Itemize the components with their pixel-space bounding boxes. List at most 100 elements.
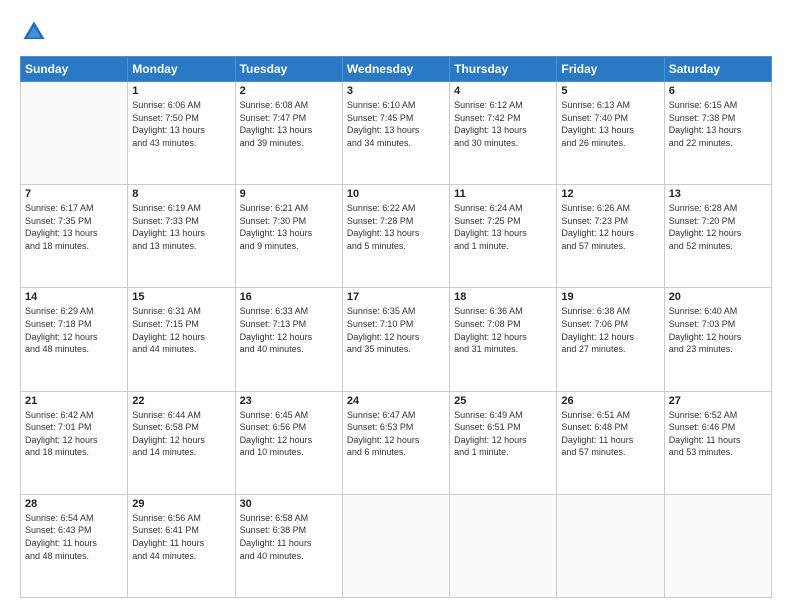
calendar-cell <box>664 494 771 597</box>
day-info: Sunrise: 6:51 AM Sunset: 6:48 PM Dayligh… <box>561 409 659 459</box>
day-number: 25 <box>454 395 552 407</box>
week-row-3: 14Sunrise: 6:29 AM Sunset: 7:18 PM Dayli… <box>21 288 772 391</box>
day-info: Sunrise: 6:56 AM Sunset: 6:41 PM Dayligh… <box>132 512 230 562</box>
day-info: Sunrise: 6:28 AM Sunset: 7:20 PM Dayligh… <box>669 202 767 252</box>
day-number: 11 <box>454 188 552 200</box>
day-info: Sunrise: 6:22 AM Sunset: 7:28 PM Dayligh… <box>347 202 445 252</box>
calendar-cell: 4Sunrise: 6:12 AM Sunset: 7:42 PM Daylig… <box>450 82 557 185</box>
calendar-cell: 10 Sunrise: 6:22 AM Sunset: 7:28 PM Dayli… <box>342 185 449 288</box>
page: SundayMondayTuesdayWednesdayThursdayFrid… <box>0 0 792 612</box>
day-info: Sunrise: 6:36 AM Sunset: 7:08 PM Dayligh… <box>454 305 552 355</box>
calendar-cell: 8 Sunrise: 6:19 AM Sunset: 7:33 PM Daylig… <box>128 185 235 288</box>
calendar-cell: 29 Sunrise: 6:56 AM Sunset: 6:41 PM Dayli… <box>128 494 235 597</box>
day-number: 15 <box>132 291 230 303</box>
day-info: Sunrise: 6:13 AM Sunset: 7:40 PM Dayligh… <box>561 99 659 149</box>
day-info: Sunrise: 6:52 AM Sunset: 6:46 PM Dayligh… <box>669 409 767 459</box>
calendar-cell: 2 Sunrise: 6:08 AM Sunset: 7:47 PM Daylig… <box>235 82 342 185</box>
day-info: Sunrise: 6:19 AM Sunset: 7:33 PM Dayligh… <box>132 202 230 252</box>
day-number: 26 <box>561 395 659 407</box>
calendar-cell: 20Sunrise: 6:40 AM Sunset: 7:03 PM Dayli… <box>664 288 771 391</box>
day-info: Sunrise: 6:26 AM Sunset: 7:23 PM Dayligh… <box>561 202 659 252</box>
calendar-cell: 23 Sunrise: 6:45 AM Sunset: 6:56 PM Dayli… <box>235 391 342 494</box>
calendar-cell: 24 Sunrise: 6:47 AM Sunset: 6:53 PM Dayli… <box>342 391 449 494</box>
day-number: 17 <box>347 291 445 303</box>
day-info: Sunrise: 6:33 AM Sunset: 7:13 PM Dayligh… <box>240 305 338 355</box>
calendar-cell <box>557 494 664 597</box>
day-info: Sunrise: 6:47 AM Sunset: 6:53 PM Dayligh… <box>347 409 445 459</box>
day-number: 19 <box>561 291 659 303</box>
day-number: 24 <box>347 395 445 407</box>
day-info: Sunrise: 6:21 AM Sunset: 7:30 PM Dayligh… <box>240 202 338 252</box>
day-info: Sunrise: 6:24 AM Sunset: 7:25 PM Dayligh… <box>454 202 552 252</box>
day-info: Sunrise: 6:38 AM Sunset: 7:06 PM Dayligh… <box>561 305 659 355</box>
day-number: 16 <box>240 291 338 303</box>
day-info: Sunrise: 6:49 AM Sunset: 6:51 PM Dayligh… <box>454 409 552 459</box>
day-number: 12 <box>561 188 659 200</box>
calendar-cell: 16 Sunrise: 6:33 AM Sunset: 7:13 PM Dayli… <box>235 288 342 391</box>
day-info: Sunrise: 6:29 AM Sunset: 7:18 PM Dayligh… <box>25 305 123 355</box>
logo <box>20 18 52 46</box>
week-row-4: 21 Sunrise: 6:42 AM Sunset: 7:01 PM Dayli… <box>21 391 772 494</box>
week-row-2: 7 Sunrise: 6:17 AM Sunset: 7:35 PM Daylig… <box>21 185 772 288</box>
calendar-cell: 22 Sunrise: 6:44 AM Sunset: 6:58 PM Dayli… <box>128 391 235 494</box>
weekday-header-row: SundayMondayTuesdayWednesdayThursdayFrid… <box>21 57 772 82</box>
day-info: Sunrise: 6:10 AM Sunset: 7:45 PM Dayligh… <box>347 99 445 149</box>
day-info: Sunrise: 6:06 AM Sunset: 7:50 PM Dayligh… <box>132 99 230 149</box>
day-number: 13 <box>669 188 767 200</box>
header <box>20 18 772 46</box>
day-info: Sunrise: 6:15 AM Sunset: 7:38 PM Dayligh… <box>669 99 767 149</box>
day-info: Sunrise: 6:42 AM Sunset: 7:01 PM Dayligh… <box>25 409 123 459</box>
day-number: 20 <box>669 291 767 303</box>
day-number: 29 <box>132 498 230 510</box>
calendar-cell: 19 Sunrise: 6:38 AM Sunset: 7:06 PM Dayli… <box>557 288 664 391</box>
day-number: 6 <box>669 85 767 97</box>
day-number: 5 <box>561 85 659 97</box>
weekday-header-wednesday: Wednesday <box>342 57 449 82</box>
calendar-cell: 28Sunrise: 6:54 AM Sunset: 6:43 PM Dayli… <box>21 494 128 597</box>
day-info: Sunrise: 6:44 AM Sunset: 6:58 PM Dayligh… <box>132 409 230 459</box>
calendar-cell: 14Sunrise: 6:29 AM Sunset: 7:18 PM Dayli… <box>21 288 128 391</box>
day-number: 7 <box>25 188 123 200</box>
day-number: 3 <box>347 85 445 97</box>
day-info: Sunrise: 6:54 AM Sunset: 6:43 PM Dayligh… <box>25 512 123 562</box>
day-number: 9 <box>240 188 338 200</box>
week-row-5: 28Sunrise: 6:54 AM Sunset: 6:43 PM Dayli… <box>21 494 772 597</box>
day-number: 30 <box>240 498 338 510</box>
calendar-cell: 17Sunrise: 6:35 AM Sunset: 7:10 PM Dayli… <box>342 288 449 391</box>
calendar-cell: 18 Sunrise: 6:36 AM Sunset: 7:08 PM Dayli… <box>450 288 557 391</box>
day-number: 2 <box>240 85 338 97</box>
calendar-cell: 26 Sunrise: 6:51 AM Sunset: 6:48 PM Dayli… <box>557 391 664 494</box>
calendar-cell: 12 Sunrise: 6:26 AM Sunset: 7:23 PM Dayli… <box>557 185 664 288</box>
weekday-header-friday: Friday <box>557 57 664 82</box>
day-info: Sunrise: 6:31 AM Sunset: 7:15 PM Dayligh… <box>132 305 230 355</box>
weekday-header-sunday: Sunday <box>21 57 128 82</box>
calendar-cell: 6 Sunrise: 6:15 AM Sunset: 7:38 PM Daylig… <box>664 82 771 185</box>
day-number: 21 <box>25 395 123 407</box>
weekday-header-monday: Monday <box>128 57 235 82</box>
calendar-cell: 7 Sunrise: 6:17 AM Sunset: 7:35 PM Daylig… <box>21 185 128 288</box>
logo-icon <box>20 18 48 46</box>
calendar-cell: 30Sunrise: 6:58 AM Sunset: 6:38 PM Dayli… <box>235 494 342 597</box>
day-info: Sunrise: 6:17 AM Sunset: 7:35 PM Dayligh… <box>25 202 123 252</box>
day-info: Sunrise: 6:08 AM Sunset: 7:47 PM Dayligh… <box>240 99 338 149</box>
calendar-cell <box>342 494 449 597</box>
weekday-header-saturday: Saturday <box>664 57 771 82</box>
day-number: 27 <box>669 395 767 407</box>
calendar-cell: 1Sunrise: 6:06 AM Sunset: 7:50 PM Daylig… <box>128 82 235 185</box>
day-number: 18 <box>454 291 552 303</box>
calendar-cell: 21 Sunrise: 6:42 AM Sunset: 7:01 PM Dayli… <box>21 391 128 494</box>
calendar-cell: 9 Sunrise: 6:21 AM Sunset: 7:30 PM Daylig… <box>235 185 342 288</box>
day-number: 22 <box>132 395 230 407</box>
calendar-cell: 25 Sunrise: 6:49 AM Sunset: 6:51 PM Dayli… <box>450 391 557 494</box>
day-number: 4 <box>454 85 552 97</box>
calendar-cell <box>450 494 557 597</box>
calendar-table: SundayMondayTuesdayWednesdayThursdayFrid… <box>20 56 772 598</box>
week-row-1: 1Sunrise: 6:06 AM Sunset: 7:50 PM Daylig… <box>21 82 772 185</box>
day-info: Sunrise: 6:45 AM Sunset: 6:56 PM Dayligh… <box>240 409 338 459</box>
day-number: 10 <box>347 188 445 200</box>
weekday-header-thursday: Thursday <box>450 57 557 82</box>
calendar-cell: 3 Sunrise: 6:10 AM Sunset: 7:45 PM Daylig… <box>342 82 449 185</box>
day-number: 23 <box>240 395 338 407</box>
day-number: 8 <box>132 188 230 200</box>
calendar-cell <box>21 82 128 185</box>
